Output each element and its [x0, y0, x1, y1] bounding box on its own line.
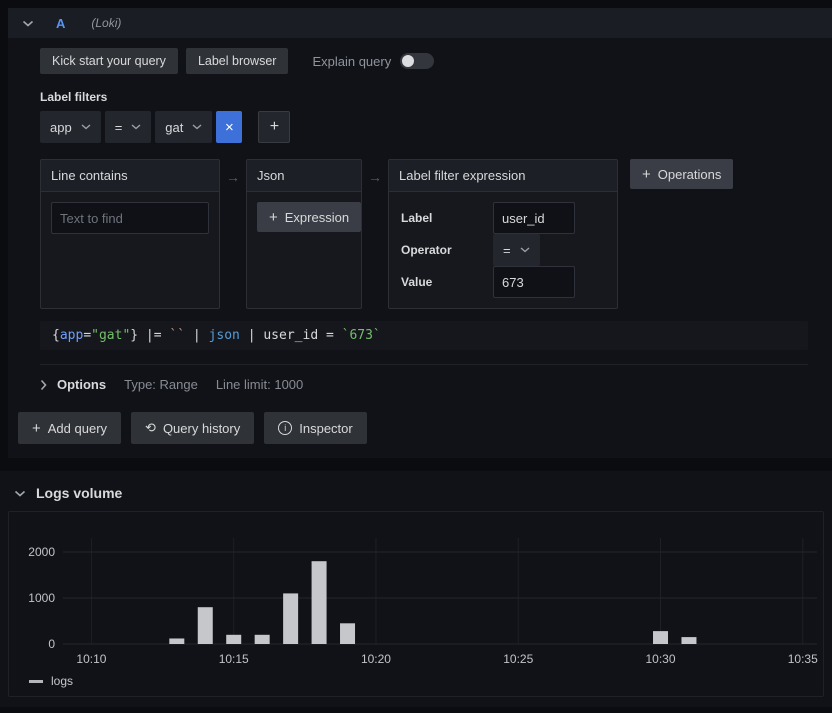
query-editor: Kick start your query Label browser Expl…	[8, 38, 832, 458]
svg-text:1000: 1000	[28, 591, 55, 605]
label-field-label: Label	[401, 211, 493, 225]
add-query-label: Add query	[48, 421, 107, 436]
operator-field-row: Operator =	[401, 234, 607, 266]
svg-text:10:30: 10:30	[645, 652, 675, 666]
label-name-value: app	[50, 120, 72, 135]
arrow-right-icon: →	[368, 169, 382, 185]
options-row: Options Type: Range Line limit: 1000	[40, 364, 808, 394]
datasource-label: (Loki)	[91, 16, 121, 30]
svg-text:10:35: 10:35	[788, 652, 818, 666]
label-field-input[interactable]	[493, 202, 575, 234]
operator-field-select[interactable]: =	[493, 234, 540, 266]
operation-json: Json + Expression	[246, 159, 362, 309]
add-label-filter-button[interactable]: +	[258, 111, 290, 143]
expression-button-label: Expression	[285, 210, 349, 225]
chevron-down-icon	[192, 124, 202, 130]
chevron-down-icon	[131, 124, 141, 130]
explain-query-label: Explain query	[312, 54, 391, 69]
label-operator-select[interactable]: =	[105, 111, 152, 143]
label-operator-value: =	[115, 120, 123, 135]
legend-series-label[interactable]: logs	[51, 674, 73, 688]
operation-line-contains: Line contains	[40, 159, 220, 309]
label-field-row: Label	[401, 202, 607, 234]
operation-title: Label filter expression	[389, 160, 617, 192]
operator-field-value: =	[503, 243, 511, 258]
explain-query-toggle[interactable]	[400, 53, 434, 69]
plus-icon: +	[642, 167, 651, 182]
query-history-label: Query history	[163, 421, 240, 436]
logs-volume-header: Logs volume	[8, 477, 824, 511]
value-field-input[interactable]	[493, 266, 575, 298]
value-field-label: Value	[401, 275, 493, 289]
kick-start-query-button[interactable]: Kick start your query	[40, 48, 178, 74]
operations-button-label: Operations	[658, 167, 722, 182]
label-filter-row: app = gat × +	[40, 111, 808, 143]
arrow-right-icon: →	[226, 169, 240, 185]
explain-query-control: Explain query	[312, 53, 434, 69]
query-row-header: A (Loki)	[8, 8, 832, 38]
chevron-down-icon	[520, 247, 530, 253]
toggle-knob	[402, 55, 414, 67]
line-contains-input[interactable]	[51, 202, 209, 234]
operation-label-filter-expression: Label filter expression Label Operator =	[388, 159, 618, 309]
query-footer-buttons: + Add query ⟲ Query history i Inspector	[18, 412, 808, 444]
operation-title: Json	[247, 160, 361, 192]
query-preview-text: {app="gat"} |= `` | json | user_id = `67…	[52, 328, 381, 343]
svg-text:10:20: 10:20	[361, 652, 391, 666]
add-operations-button[interactable]: + Operations	[630, 159, 733, 189]
legend-series-swatch	[29, 680, 43, 683]
plus-icon: +	[269, 210, 278, 225]
query-history-button[interactable]: ⟲ Query history	[131, 412, 254, 444]
svg-text:10:10: 10:10	[76, 652, 106, 666]
svg-text:10:15: 10:15	[219, 652, 249, 666]
label-filters-section-title: Label filters	[40, 90, 808, 104]
options-type-label: Type: Range	[124, 377, 198, 392]
logs-volume-collapse-chevron-down-icon[interactable]	[14, 490, 26, 497]
value-field-row: Value	[401, 266, 607, 298]
query-preview: {app="gat"} |= `` | json | user_id = `67…	[40, 321, 808, 350]
label-value-select[interactable]: gat	[155, 111, 212, 143]
label-name-select[interactable]: app	[40, 111, 101, 143]
explore-page: A (Loki) Kick start your query Label bro…	[0, 8, 832, 707]
inspector-label: Inspector	[299, 421, 352, 436]
logs-volume-chart-card: 10:1010:1510:2010:2510:3010:35010002000 …	[8, 511, 824, 697]
logs-volume-chart[interactable]: 10:10 10:15 10:20 10:25 10:30 10:35 0 1000 2000	[9, 522, 823, 674]
query-ref-id[interactable]: A	[56, 16, 65, 31]
operation-title: Line contains	[41, 160, 219, 192]
chart-legend: logs	[9, 674, 823, 694]
add-query-button[interactable]: + Add query	[18, 412, 121, 444]
operations-row: Line contains → Json + Expression → Labe…	[40, 159, 808, 309]
remove-label-filter-button[interactable]: ×	[216, 111, 242, 143]
options-chevron-right-icon[interactable]	[40, 379, 47, 391]
query-collapse-chevron-down-icon[interactable]	[22, 20, 34, 27]
query-toolbar: Kick start your query Label browser Expl…	[40, 48, 808, 74]
inspector-button[interactable]: i Inspector	[264, 412, 366, 444]
svg-text:0: 0	[48, 637, 55, 651]
info-icon: i	[278, 421, 292, 435]
svg-text:10:25: 10:25	[503, 652, 533, 666]
logs-volume-panel: Logs volume 10:1010:1510:2010:2510:3010:…	[0, 471, 832, 707]
options-title[interactable]: Options	[57, 377, 106, 392]
options-line-limit-label: Line limit: 1000	[216, 377, 303, 392]
label-value-value: gat	[165, 120, 183, 135]
logs-volume-title: Logs volume	[36, 485, 122, 501]
history-icon: ⟲	[145, 420, 156, 436]
label-browser-button[interactable]: Label browser	[186, 48, 289, 74]
add-expression-button[interactable]: + Expression	[257, 202, 361, 232]
svg-text:2000: 2000	[28, 545, 55, 559]
chevron-down-icon	[81, 124, 91, 130]
operator-field-label: Operator	[401, 243, 493, 257]
plus-icon: +	[32, 421, 41, 436]
